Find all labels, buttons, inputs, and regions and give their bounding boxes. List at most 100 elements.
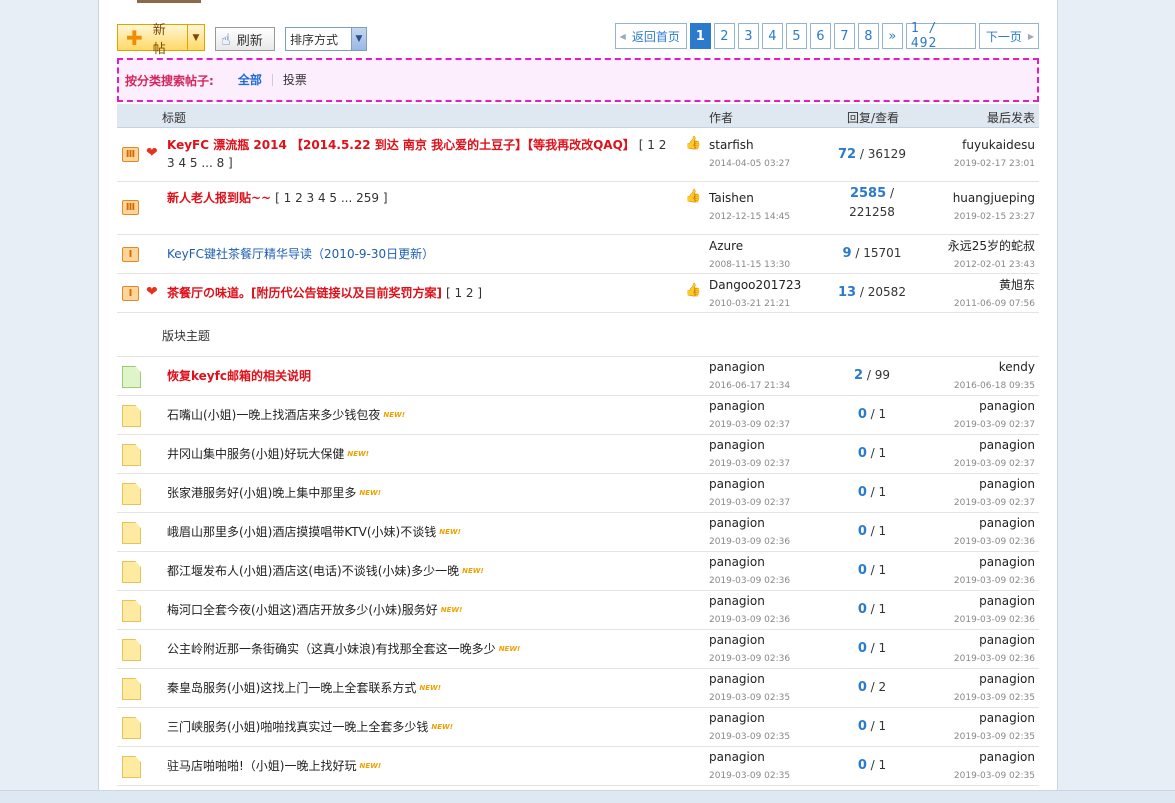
last-post-user[interactable]: panagion <box>954 515 1035 531</box>
last-post-user[interactable]: panagion <box>954 632 1035 648</box>
author-name[interactable]: panagion <box>709 398 790 414</box>
thread-row[interactable]: 三门峡服务(小姐)啪啪找真实过一晚上全套多少钱 NEW! panagion 2019-… <box>117 708 1039 747</box>
new-post-button[interactable]: ✚ 新 帖 ▼ <box>117 23 205 57</box>
last-post-user[interactable]: panagion <box>954 593 1035 609</box>
thread-title-link[interactable]: KeyFC键社茶餐厅精华导读（2010-9-30日更新） <box>167 247 434 261</box>
thread-row[interactable]: 都江堰发布人(小姐)酒店这(电话)不谈钱(小妹)多少一晚 NEW! panagion… <box>117 552 1039 591</box>
author-name[interactable]: panagion <box>709 710 790 726</box>
pinned-thread-row[interactable]: Ⅰ KeyFC键社茶餐厅精华导读（2010-9-30日更新） Azure 2008-1… <box>117 235 1039 274</box>
filter-option-poll[interactable]: 投票 <box>271 74 317 86</box>
last-post-date[interactable]: 2019-03-09 02:36 <box>954 535 1035 549</box>
thread-title-link[interactable]: 峨眉山那里多(小姐)酒店摸摸唱带KTV(小妹)不谈钱 <box>167 525 436 539</box>
thread-row[interactable]: 驻马店啪啪啪!（小姐)一晚上找好玩 NEW! panagion 2019-03-09 … <box>117 747 1039 786</box>
page-link-4[interactable]: 4 <box>761 23 783 49</box>
pinned-level-icon: Ⅲ <box>122 200 139 215</box>
last-post-date[interactable]: 2019-03-09 02:37 <box>954 496 1035 510</box>
author-name[interactable]: panagion <box>709 671 790 687</box>
thread-row[interactable]: 张家港服务好(小姐)晚上集中那里多 NEW! panagion 2019-03-09 … <box>117 474 1039 513</box>
page-link-7[interactable]: 7 <box>833 23 855 49</box>
count-separator: / <box>866 563 879 577</box>
thread-title-link[interactable]: 公主岭附近那一条街确实（这真小妹浪)有找那全套这一晚多少 <box>167 642 496 656</box>
thread-row[interactable]: 秦皇岛服务(小姐)这找上门一晚上全套联系方式 NEW! panagion 2019-0… <box>117 669 1039 708</box>
thread-title-link[interactable]: 新人老人报到贴~~ <box>167 191 271 205</box>
page-link-8[interactable]: 8 <box>857 23 879 49</box>
pinned-thread-row[interactable]: Ⅲ ❤ KeyFC 漂流瓶 2014 【2014.5.22 到达 南京 我心爱的土豆… <box>117 129 1039 182</box>
last-post-date[interactable]: 2019-03-09 02:37 <box>954 457 1035 471</box>
thread-row[interactable]: 井冈山集中服务(小姐)好玩大保健 NEW! panagion 2019-03-09 0… <box>117 435 1039 474</box>
last-post-user[interactable]: fuyukaidesu <box>954 137 1035 153</box>
last-post-date[interactable]: 2019-03-09 02:36 <box>954 574 1035 588</box>
last-post-user[interactable]: panagion <box>954 437 1035 453</box>
thread-title-link[interactable]: 石嘴山(小姐)一晚上找酒店来多少钱包夜 <box>167 408 380 422</box>
thread-author-cell: Taishen 2012-12-15 14:45 <box>709 190 790 224</box>
last-post-date[interactable]: 2016-06-18 09:35 <box>954 379 1035 393</box>
last-post-user[interactable]: 黄旭东 <box>954 277 1035 293</box>
author-name[interactable]: panagion <box>709 593 790 609</box>
author-name[interactable]: Azure <box>709 238 790 254</box>
thread-title-link[interactable]: 张家港服务好(小姐)晚上集中那里多 <box>167 486 356 500</box>
home-page-link[interactable]: ◀ 返回首页 <box>614 23 687 49</box>
last-post-date[interactable]: 2012-02-01 23:43 <box>948 258 1035 272</box>
thread-title-link[interactable]: 恢复keyfc邮箱的相关说明 <box>167 369 311 383</box>
thread-page-links[interactable]: [ 1 2 ] <box>446 286 482 300</box>
page-link-6[interactable]: 6 <box>809 23 831 49</box>
last-post-date[interactable]: 2019-03-09 02:35 <box>954 691 1035 705</box>
thread-page-links[interactable]: [ 1 2 3 4 5 ... 259 ] <box>275 191 387 205</box>
last-post-user[interactable]: panagion <box>954 749 1035 765</box>
thread-title-link[interactable]: 梅河口全套今夜(小姐这)酒店开放多少(小妹)服务好 <box>167 603 438 617</box>
last-post-user[interactable]: panagion <box>954 554 1035 570</box>
thread-title-link[interactable]: KeyFC 漂流瓶 2014 【2014.5.22 到达 南京 我心爱的土豆子】… <box>167 138 635 152</box>
author-name[interactable]: panagion <box>709 476 790 492</box>
last-post-date[interactable]: 2019-03-09 02:37 <box>954 418 1035 432</box>
thread-title-link[interactable]: 驻马店啪啪啪!（小姐)一晚上找好玩 <box>167 759 357 773</box>
thread-row[interactable]: 梅河口全套今夜(小姐这)酒店开放多少(小妹)服务好 NEW! panagion 201… <box>117 591 1039 630</box>
thread-row[interactable]: 峨眉山那里多(小姐)酒店摸摸唱带KTV(小妹)不谈钱 NEW! panagion 20… <box>117 513 1039 552</box>
last-post-date[interactable]: 2019-03-09 02:35 <box>954 769 1035 783</box>
next-pages-link[interactable]: » <box>881 23 903 49</box>
last-post-user[interactable]: panagion <box>954 710 1035 726</box>
author-name[interactable]: panagion <box>709 515 790 531</box>
pinned-thread-row[interactable]: Ⅲ 新人老人报到贴~~ [ 1 2 3 4 5 ... 259 ] 👍 Taishen 2… <box>117 182 1039 235</box>
last-post-date[interactable]: 2011-06-09 07:56 <box>954 297 1035 311</box>
page-link-2[interactable]: 2 <box>713 23 735 49</box>
thread-title-link[interactable]: 秦皇岛服务(小姐)这找上门一晚上全套联系方式 <box>167 681 416 695</box>
pinned-thread-row[interactable]: Ⅰ ❤ 茶餐厅の味道。[附历代公告链接以及目前奖罚方案] [ 1 2 ] 👍 Dangoo… <box>117 274 1039 313</box>
last-post-date[interactable]: 2019-02-15 23:27 <box>953 210 1035 224</box>
thread-title-link[interactable]: 都江堰发布人(小姐)酒店这(电话)不谈钱(小妹)多少一晚 <box>167 564 459 578</box>
thread-row[interactable]: 公主岭附近那一条街确实（这真小妹浪)有找那全套这一晚多少 NEW! panagion… <box>117 630 1039 669</box>
author-name[interactable]: Dangoo201723 <box>709 277 801 293</box>
next-page-button[interactable]: 下一页 ▶ <box>978 23 1039 49</box>
last-post-date[interactable]: 2019-03-09 02:36 <box>954 652 1035 666</box>
page-jump-input[interactable]: 1 / 492 <box>905 21 976 51</box>
author-name[interactable]: panagion <box>709 632 790 648</box>
author-name[interactable]: panagion <box>709 437 790 453</box>
new-post-dropdown-icon[interactable]: ▼ <box>188 33 204 43</box>
author-name[interactable]: panagion <box>709 554 790 570</box>
author-name[interactable]: panagion <box>709 749 790 765</box>
chevron-down-icon[interactable]: ▼ <box>351 28 366 50</box>
last-post-user[interactable]: panagion <box>954 476 1035 492</box>
last-post-date[interactable]: 2019-03-09 02:36 <box>954 613 1035 627</box>
author-name[interactable]: Taishen <box>709 190 790 206</box>
last-post-user[interactable]: panagion <box>954 671 1035 687</box>
author-name[interactable]: starfish <box>709 137 790 153</box>
thread-title-link[interactable]: 三门峡服务(小姐)啪啪找真实过一晚上全套多少钱 <box>167 720 428 734</box>
thread-title-link[interactable]: 井冈山集中服务(小姐)好玩大保健 <box>167 447 344 461</box>
refresh-button[interactable]: ☝ 刷新 <box>215 27 275 51</box>
sort-select[interactable]: 排序方式 ▼ <box>285 27 367 51</box>
last-post-user[interactable]: huangjueping <box>953 190 1035 206</box>
thread-row[interactable]: 恢复keyfc邮箱的相关说明 panagion 2016-06-17 21:34 2 … <box>117 357 1039 396</box>
thread-row[interactable]: 石嘴山(小姐)一晚上找酒店来多少钱包夜 NEW! panagion 2019-03-0… <box>117 396 1039 435</box>
thread-title-link[interactable]: 茶餐厅の味道。[附历代公告链接以及目前奖罚方案] <box>167 286 442 300</box>
page-link-3[interactable]: 3 <box>737 23 759 49</box>
last-post-user[interactable]: 永远25岁的蛇叔 <box>948 238 1035 254</box>
page-link-5[interactable]: 5 <box>785 23 807 49</box>
last-post-date[interactable]: 2019-03-09 02:35 <box>954 730 1035 744</box>
last-post-date[interactable]: 2019-02-17 23:01 <box>954 157 1035 171</box>
last-post-user[interactable]: panagion <box>954 398 1035 414</box>
new-post-main[interactable]: ✚ 新 帖 <box>118 23 188 57</box>
last-post-user[interactable]: kendy <box>954 359 1035 375</box>
page-link-1[interactable]: 1 <box>689 23 711 49</box>
filter-option-all[interactable]: 全部 <box>228 74 272 86</box>
author-name[interactable]: panagion <box>709 359 790 375</box>
